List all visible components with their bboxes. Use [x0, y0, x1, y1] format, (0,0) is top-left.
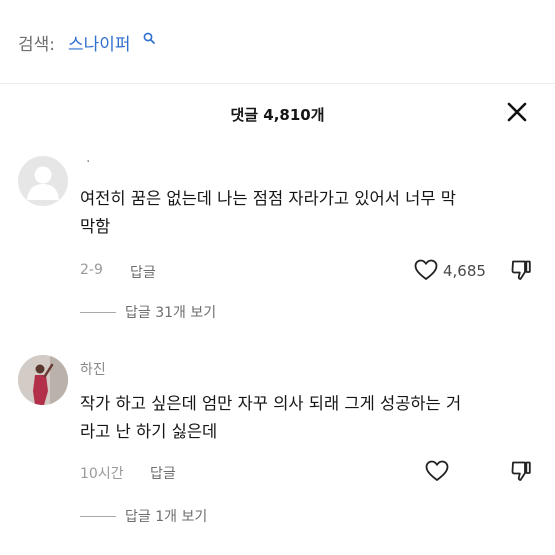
dislike-icon[interactable]	[510, 460, 532, 482]
view-replies-button[interactable]: 답글 1개 보기	[80, 506, 280, 526]
view-replies-button[interactable]: 답글 31개 보기	[80, 302, 280, 322]
search-prefix: 검색:	[18, 35, 56, 55]
comments-header: 댓글 4,810개	[0, 90, 555, 136]
close-icon[interactable]	[506, 101, 528, 123]
default-avatar-icon	[27, 166, 59, 200]
view-replies-label: 답글 31개 보기	[125, 305, 217, 321]
view-replies-line	[80, 516, 116, 517]
comment-text: 여전히 꿈은 없는데 나는 점점 자라가고 있어서 너무 막 막함	[80, 185, 540, 241]
comment-line: 작가 하고 싶은데 엄만 자꾸 의사 되래 그게 성공하는 거	[80, 394, 462, 413]
view-replies-label: 답글 1개 보기	[125, 509, 208, 525]
dislike-icon[interactable]	[510, 259, 532, 281]
search-query[interactable]: 스나이퍼	[68, 30, 131, 55]
comments-title: 댓글 4,810개	[230, 106, 325, 124]
like-count: 4,685	[443, 262, 486, 280]
comment-username[interactable]: .	[86, 150, 90, 166]
reply-button[interactable]: 답글	[130, 262, 156, 282]
comment-time: 2-9	[80, 262, 103, 278]
search-bar[interactable]: 검색: 스나이퍼	[0, 0, 555, 84]
view-replies-line	[80, 312, 116, 313]
comment-text: 작가 하고 싶은데 엄만 자꾸 의사 되래 그게 성공하는 거 라고 난 하기 …	[80, 390, 540, 446]
avatar[interactable]	[18, 355, 68, 405]
avatar[interactable]	[18, 156, 68, 206]
search-icon[interactable]	[143, 32, 155, 44]
comment-line: 라고 난 하기 싫은데	[80, 422, 218, 441]
comment-username[interactable]: 하진	[80, 359, 106, 379]
comment-time: 10시간	[80, 466, 124, 482]
comment-line: 막함	[80, 217, 111, 236]
comment-line: 여전히 꿈은 없는데 나는 점점 자라가고 있어서 너무 막	[80, 189, 456, 208]
avatar-photo	[18, 355, 68, 405]
reply-button[interactable]: 답글	[150, 463, 176, 483]
heart-icon[interactable]	[414, 259, 438, 281]
heart-icon[interactable]	[425, 460, 449, 482]
